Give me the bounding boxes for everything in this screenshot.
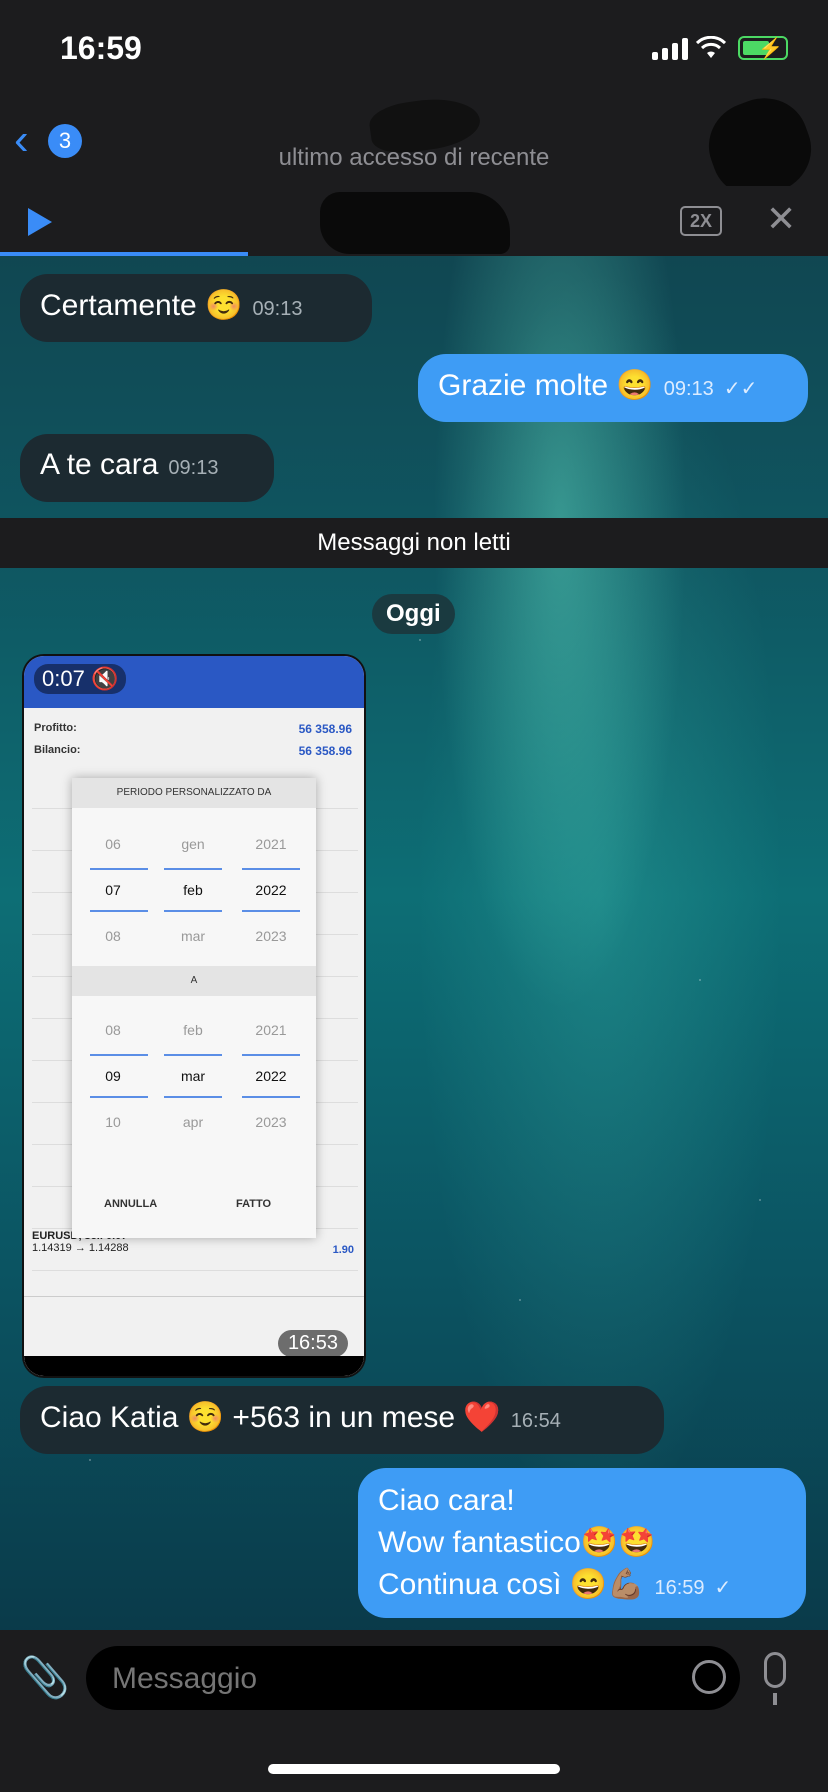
muted-speaker-icon: 🔇	[90, 666, 119, 691]
picker-from-title: PERIODO PERSONALIZZATO DA	[72, 778, 316, 808]
balance-label: Bilancio:	[34, 744, 81, 756]
picker-cell: 09	[105, 1068, 121, 1084]
profit-label: Profitto:	[34, 722, 77, 734]
message-outgoing[interactable]: Grazie molte 😄 09:13 ✓✓	[418, 354, 808, 422]
status-bar: 16:59 ⚡	[0, 0, 828, 100]
sent-check-icon: ✓	[714, 1577, 732, 1599]
message-text: Grazie molte 😄	[438, 369, 654, 402]
picker-cell: 08	[105, 1022, 121, 1038]
message-field[interactable]	[86, 1646, 740, 1710]
video-duration: 0:07 🔇	[34, 664, 127, 694]
picker-cell: feb	[183, 1022, 203, 1038]
message-line: Wow fantastico🤩🤩	[378, 1526, 656, 1559]
status-time: 16:59	[60, 30, 142, 66]
message-time: 16:53	[277, 1330, 348, 1357]
picker-cell: 2021	[255, 836, 287, 852]
message-incoming[interactable]: Certamente ☺️ 09:13	[20, 274, 372, 342]
message-time: 16:54	[510, 1410, 561, 1432]
battery-icon: ⚡	[738, 36, 788, 60]
picker-cell: 08	[105, 928, 121, 944]
message-input[interactable]	[110, 1656, 674, 1702]
microphone-icon[interactable]	[764, 1652, 786, 1705]
picker-cell: gen	[181, 836, 205, 852]
message-line: Ciao cara!	[378, 1484, 515, 1517]
message-time: 09:13	[663, 378, 714, 400]
date-pill: Oggi	[372, 594, 455, 634]
picker-cell: feb	[183, 882, 203, 898]
wifi-icon	[696, 36, 726, 58]
message-line: Continua così 😄💪🏽	[378, 1568, 645, 1601]
picker-cell: 2022	[255, 882, 287, 898]
picker-cancel-button: ANNULLA	[104, 1198, 158, 1210]
message-incoming[interactable]: Ciao Katia ☺️ +563 in un mese ❤️ 16:54	[20, 1386, 664, 1454]
picker-cell: mar	[180, 1068, 206, 1084]
audio-progress	[0, 252, 248, 256]
profit-value: 56 358.96	[298, 722, 352, 736]
trade-profit: 1.90	[332, 1244, 354, 1256]
video-thumbnail: Profitto: 56 358.96 Bilancio: 56 358.96 …	[24, 656, 364, 1376]
message-time: 09:13	[252, 298, 303, 320]
redacted-audio-title	[320, 192, 510, 254]
picker-cell: 2021	[255, 1022, 287, 1038]
message-outgoing[interactable]: Ciao cara! Wow fantastico🤩🤩 Continua cos…	[358, 1468, 806, 1618]
picker-cell: 2023	[255, 1114, 287, 1130]
video-message[interactable]: Profitto: 56 358.96 Bilancio: 56 358.96 …	[22, 654, 366, 1378]
picker-to-title: A	[72, 966, 316, 996]
unread-divider: Messaggi non letti	[0, 518, 828, 568]
picker-cell: 06	[105, 836, 121, 852]
message-time: 09:13	[168, 457, 219, 479]
picker-cell: 2023	[255, 928, 287, 944]
message-text: Ciao Katia ☺️ +563 in un mese ❤️	[40, 1401, 501, 1434]
message-text: A te cara	[40, 448, 159, 481]
picker-cell: 07	[105, 882, 121, 898]
picker-cell: apr	[182, 1114, 204, 1130]
balance-value: 56 358.96	[298, 744, 352, 758]
sticker-icon[interactable]	[692, 1660, 726, 1694]
signal-icon	[652, 38, 688, 60]
message-text: Certamente ☺️	[40, 289, 243, 322]
play-icon[interactable]	[28, 208, 52, 236]
date-range-picker: PERIODO PERSONALIZZATO DA 06 gen 2021 07…	[72, 778, 316, 1238]
picker-done-button: FATTO	[236, 1198, 272, 1210]
android-navbar	[24, 1356, 364, 1376]
chat-header: ‹ 3 ultimo accesso di recente	[0, 85, 828, 210]
read-double-check-icon: ✓✓	[723, 378, 758, 400]
message-incoming[interactable]: A te cara 09:13	[20, 434, 274, 502]
picker-cell: 10	[105, 1114, 121, 1130]
trade-prices: 1.14319 → 1.14288	[32, 1242, 129, 1254]
home-indicator	[268, 1764, 560, 1774]
last-seen-status: ultimo accesso di recente	[278, 144, 550, 171]
attach-paperclip-icon[interactable]: 📎	[20, 1654, 70, 1701]
message-time: 16:59	[654, 1577, 705, 1599]
close-icon[interactable]: ✕	[766, 198, 796, 240]
picker-cell: 2022	[255, 1068, 287, 1084]
picker-cell: mar	[180, 928, 206, 944]
playback-speed-button[interactable]: 2X	[680, 206, 722, 236]
audio-player-bar[interactable]: 2X ✕	[0, 186, 828, 256]
